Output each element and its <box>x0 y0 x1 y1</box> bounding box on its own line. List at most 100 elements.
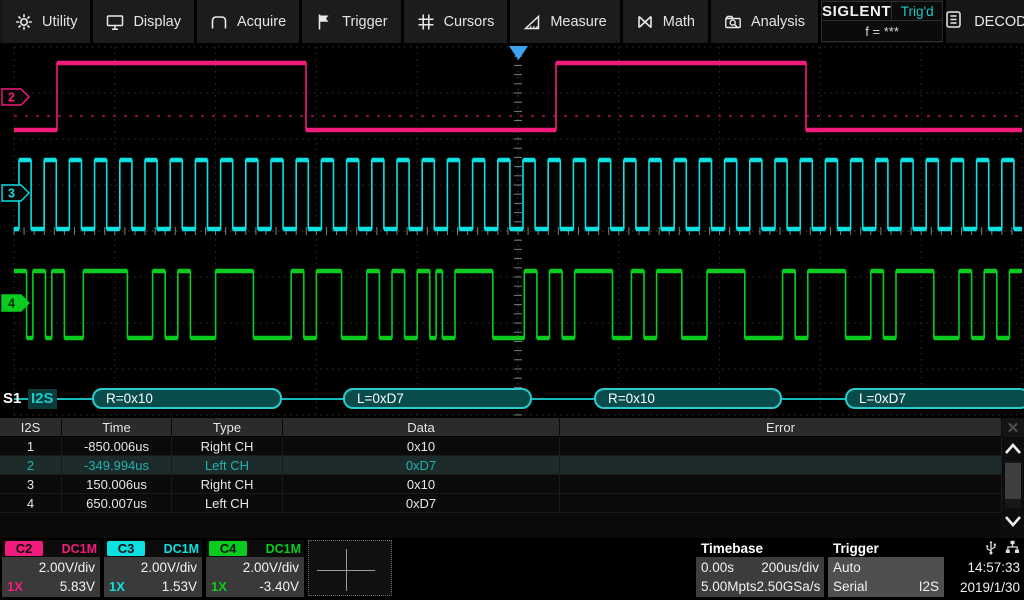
channel-offset: 1.53V <box>162 579 197 594</box>
table-cell: Left CH <box>172 494 283 512</box>
menu-item-measure[interactable]: Measure <box>510 0 622 43</box>
menu-item-math[interactable]: Math <box>623 0 711 43</box>
cursors-icon <box>417 13 435 31</box>
channel-scale: 2.00V/div <box>104 557 202 577</box>
table-row-2[interactable]: 2-349.994usLeft CH0xD7 <box>0 456 1002 475</box>
analysis-icon <box>724 13 742 31</box>
trigger-protocol: I2S <box>919 579 939 594</box>
menu-item-label: Math <box>663 14 695 30</box>
clock-date: 2019/1/30 <box>946 577 1022 597</box>
channel-3-marker-label: 3 <box>8 187 15 201</box>
decode-panel-title[interactable]: DECODE <box>943 0 1024 43</box>
channel-probe: 1X <box>7 579 23 594</box>
channel-box-c4[interactable]: C4 DC1M2.00V/div 1X -3.40V <box>206 540 304 597</box>
trigger-type: Serial <box>833 579 868 594</box>
channel-coupling: DC1M <box>164 542 199 556</box>
channel-badge: C4 <box>209 541 247 556</box>
menu-item-label: Utility <box>42 14 77 30</box>
table-cell: 0x10 <box>283 475 560 493</box>
channel-box-c3[interactable]: C3DC1M2.00V/div1X1.53V <box>104 540 202 597</box>
table-cell <box>560 437 1002 455</box>
menu-item-analysis[interactable]: Analysis <box>711 0 821 43</box>
channel-badge: C2 <box>5 541 43 556</box>
scroll-up-button[interactable] <box>1002 437 1024 460</box>
table-header-time: Time <box>62 418 172 436</box>
gear-icon <box>15 13 33 31</box>
siglent-status-panel: SIGLENT Trig'd f = *** <box>821 1 943 42</box>
clock-time: 14:57:33 <box>946 557 1022 577</box>
scrollbar-track[interactable] <box>1005 461 1021 508</box>
scrollbar-thumb[interactable] <box>1005 463 1021 499</box>
usb-icon <box>985 540 997 558</box>
table-row-1[interactable]: 1-850.006usRight CH0x10 <box>0 437 1002 456</box>
siglent-logo: SIGLENT <box>822 2 892 20</box>
timebase-title: Timebase <box>696 540 824 557</box>
menu-item-acquire[interactable]: Acquire <box>197 0 302 43</box>
table-cell: 0xD7 <box>283 494 560 512</box>
close-icon[interactable]: ✕ <box>1002 418 1024 437</box>
table-cell: -850.006us <box>62 437 172 455</box>
channel-2-marker-label: 2 <box>8 91 15 105</box>
scroll-down-button[interactable] <box>1002 509 1024 532</box>
channel-coupling: DC1M <box>266 542 301 556</box>
decode-bubble-2: R=0x10 <box>594 388 782 409</box>
trigger-status-badge: Trig'd <box>892 2 942 20</box>
table-row-4[interactable]: 4650.007usLeft CH0xD7 <box>0 494 1002 513</box>
table-cell: Left CH <box>172 456 283 474</box>
lan-icon <box>1005 540 1020 557</box>
trigger-title: Trigger <box>828 540 944 557</box>
table-cell: Right CH <box>172 475 283 493</box>
channel-scale: 2.00V/div <box>206 557 304 577</box>
flag-icon <box>315 13 333 31</box>
document-icon <box>946 11 961 32</box>
channel-2-position-marker[interactable] <box>2 89 29 105</box>
menu-item-display[interactable]: Display <box>93 0 197 43</box>
decode-results-table: I2STimeTypeDataError1-850.006usRight CH0… <box>0 418 1024 538</box>
menu-item-label: Measure <box>550 14 606 30</box>
table-cell: Right CH <box>172 437 283 455</box>
trigger-mode: Auto <box>833 560 861 575</box>
decode-bubble-0: R=0x10 <box>92 388 282 409</box>
add-channel-button[interactable] <box>308 540 392 596</box>
table-cell: 0x10 <box>283 437 560 455</box>
menu-item-label: Display <box>133 14 181 30</box>
trigger-box[interactable]: Trigger Auto Serial I2S <box>828 540 944 597</box>
table-header-error: Error <box>560 418 1002 436</box>
status-bar: C2DC1M2.00V/div1X5.83VC3DC1M2.00V/div1X1… <box>0 538 1024 600</box>
frequency-readout: f = *** <box>822 21 942 41</box>
table-cell: 3 <box>0 475 62 493</box>
table-row-3[interactable]: 3150.006usRight CH0x10 <box>0 475 1002 494</box>
table-header-type: Type <box>172 418 283 436</box>
channel-4-position-marker[interactable] <box>2 295 29 311</box>
decode-bus-protocol: I2S <box>28 389 57 409</box>
menu-item-cursors[interactable]: Cursors <box>404 0 511 43</box>
menu-item-label: Cursors <box>444 14 495 30</box>
trigger-position-marker[interactable] <box>509 46 528 60</box>
timebase-box[interactable]: Timebase 0.00s 200us/div 5.00Mpts 2.50GS… <box>696 540 824 597</box>
channel-scale: 2.00V/div <box>2 557 100 577</box>
menu-item-utility[interactable]: Utility <box>2 0 93 43</box>
timebase-memory: 5.00Mpts <box>701 579 757 594</box>
decode-bus-name: S1 <box>3 390 21 407</box>
table-cell: 150.006us <box>62 475 172 493</box>
table-cell: 0xD7 <box>283 456 560 474</box>
channel-box-c2[interactable]: C2DC1M2.00V/div1X5.83V <box>2 540 100 597</box>
waveform-canvas: 2 3 4 <box>0 43 1024 418</box>
channel-4-marker-label: 4 <box>8 297 15 311</box>
menu-item-label: Trigger <box>342 14 387 30</box>
channel-probe: 1X <box>211 579 227 594</box>
table-cell: 4 <box>0 494 62 512</box>
timebase-scale: 200us/div <box>761 560 819 575</box>
table-cell <box>560 494 1002 512</box>
menu-item-trigger[interactable]: Trigger <box>302 0 403 43</box>
waveform-display[interactable]: 234 S1 I2S R=0x10L=0xD7R=0x10L=0xD7 <box>0 43 1024 418</box>
channel-offset: -3.40V <box>259 579 299 594</box>
table-cell <box>560 475 1002 493</box>
channel-offset: 5.83V <box>60 579 95 594</box>
table-cell: -349.994us <box>62 456 172 474</box>
menu-item-label: Acquire <box>237 14 286 30</box>
channel-probe: 1X <box>109 579 125 594</box>
decode-bubble-3: L=0xD7 <box>845 388 1024 409</box>
channel-3-position-marker[interactable] <box>2 185 29 201</box>
acquire-icon <box>210 13 228 31</box>
